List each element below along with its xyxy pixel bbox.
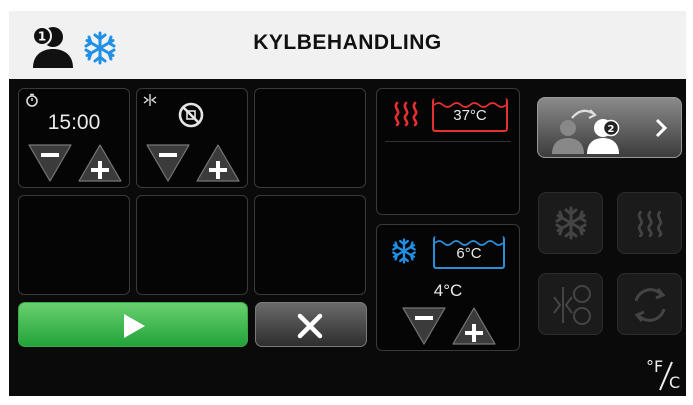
cycle-button[interactable] [617,273,682,335]
cycle-icon [634,288,666,322]
fan-off-icon [178,102,204,128]
heat-probe-panel: 37°C [376,88,520,215]
fan-heat-cool-button[interactable] [538,273,603,335]
play-icon [124,314,145,338]
cancel-button[interactable] [255,302,367,347]
fan-minus-button[interactable] [146,144,190,182]
switch-user-button[interactable]: 2 [537,97,682,158]
divider [385,141,511,142]
fan-panel [136,88,248,188]
heat-probe-display[interactable]: 37°C [432,98,508,132]
units-f-label: °F [646,357,663,376]
units-toggle[interactable]: °F C [642,350,686,394]
snowflake-icon [392,238,416,264]
timer-minus-button[interactable] [28,144,72,182]
header-bar: 1 KYLBEHANDLING [9,11,686,79]
empty-slot [254,195,366,295]
main-screen: 15:00 37°C 6°C 4°C 2 °F C [9,79,686,396]
units-c-label: C [669,373,680,392]
empty-slot [254,88,366,188]
snowflake-icon [555,206,587,240]
empty-slot [18,195,130,295]
heat-mode-button[interactable] [617,192,682,254]
switch-user-badge: 2 [608,124,615,135]
page-title: KYLBEHANDLING [253,31,442,54]
heat-probe-temp: 37°C [453,107,487,124]
heat-waves-icon [394,101,418,127]
cool-probe-temp: 6°C [456,245,482,262]
cool-mode-button[interactable] [538,192,603,254]
fan-icon [143,94,157,106]
empty-slot [136,195,248,295]
cool-minus-button[interactable] [402,307,446,345]
chevron-right-icon [655,118,668,138]
timer-plus-button[interactable] [78,144,122,182]
fan-stepper [145,141,241,185]
start-button[interactable] [18,302,248,347]
timer-value: 15:00 [47,111,101,134]
cool-setpoint: 4°C [433,281,463,300]
heat-waves-icon [637,210,663,238]
close-icon [297,313,323,339]
cool-plus-button[interactable] [452,307,496,345]
cool-probe-display[interactable]: 6°C [433,236,505,269]
timer-stepper [27,141,123,185]
timer-icon [26,93,38,107]
cool-stepper [401,304,497,348]
fan-plus-button[interactable] [196,144,240,182]
timer-panel: 15:00 [18,88,130,188]
fan-heat-cool-icon [553,285,591,325]
switch-user-icon: 2 [552,109,620,154]
cool-probe-panel: 6°C 4°C [376,224,520,351]
